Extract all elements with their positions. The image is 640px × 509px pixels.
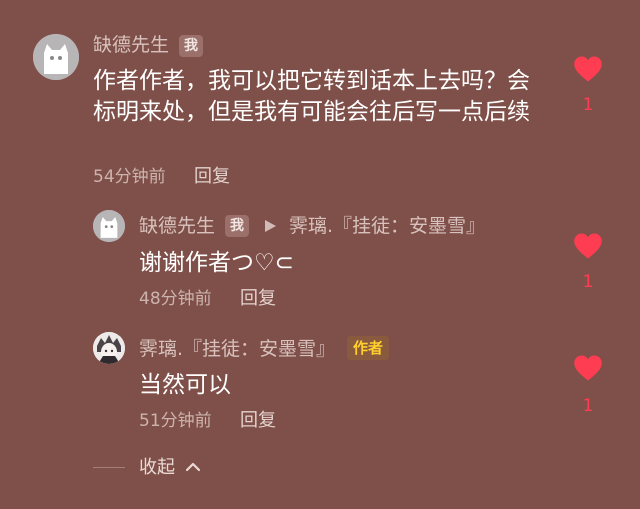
like-count: 1 bbox=[582, 396, 594, 416]
reply-username[interactable]: 缺德先生 bbox=[139, 214, 215, 238]
like-button[interactable]: 1 bbox=[573, 232, 603, 292]
reply-text: 谢谢作者つ♡⊂ bbox=[139, 250, 294, 276]
user-avatar[interactable] bbox=[33, 34, 79, 80]
author-username[interactable]: 霁璃.『挂徒：安墨雪』 bbox=[139, 337, 335, 361]
like-count: 1 bbox=[582, 95, 594, 115]
comment-time: 54分钟前 bbox=[93, 167, 166, 187]
author-avatar[interactable] bbox=[93, 332, 125, 364]
me-badge: 我 bbox=[179, 35, 203, 57]
reply-time: 48分钟前 bbox=[139, 289, 212, 309]
collapse-divider bbox=[93, 467, 125, 468]
reply-avatar[interactable] bbox=[93, 210, 125, 242]
heart-icon bbox=[574, 355, 602, 381]
reply-arrow-icon bbox=[265, 220, 276, 232]
cat-avatar-icon bbox=[93, 210, 125, 242]
like-button[interactable]: 1 bbox=[573, 55, 603, 115]
comment-text: 作者作者，我可以把它转到话本上去吗？会标明来处，但是我有可能会往后写一点后续 bbox=[93, 68, 530, 125]
reply-button[interactable]: 回复 bbox=[240, 410, 276, 432]
collapse-button[interactable]: 收起 bbox=[139, 457, 201, 479]
reply-button[interactable]: 回复 bbox=[240, 288, 276, 310]
heart-icon bbox=[574, 233, 602, 259]
reply-text: 当然可以 bbox=[139, 372, 231, 398]
me-badge: 我 bbox=[225, 215, 249, 237]
author-badge: 作者 bbox=[347, 336, 390, 360]
anime-avatar-icon bbox=[93, 332, 125, 364]
comment-username[interactable]: 缺德先生 bbox=[93, 33, 169, 57]
reply-to-username[interactable]: 霁璃.『挂徒：安墨雪』 bbox=[289, 214, 485, 238]
comment-thread: 缺德先生 我 作者作者，我可以把它转到话本上去吗？会标明来处，但是我有可能会往后… bbox=[0, 0, 640, 509]
cat-avatar-icon bbox=[33, 34, 79, 80]
reply-button[interactable]: 回复 bbox=[194, 166, 230, 188]
chevron-up-icon bbox=[185, 462, 201, 472]
like-button[interactable]: 1 bbox=[573, 354, 603, 416]
like-count: 1 bbox=[582, 272, 594, 292]
collapse-label: 收起 bbox=[139, 457, 175, 478]
heart-icon bbox=[574, 56, 602, 82]
reply-time: 51分钟前 bbox=[139, 411, 212, 431]
